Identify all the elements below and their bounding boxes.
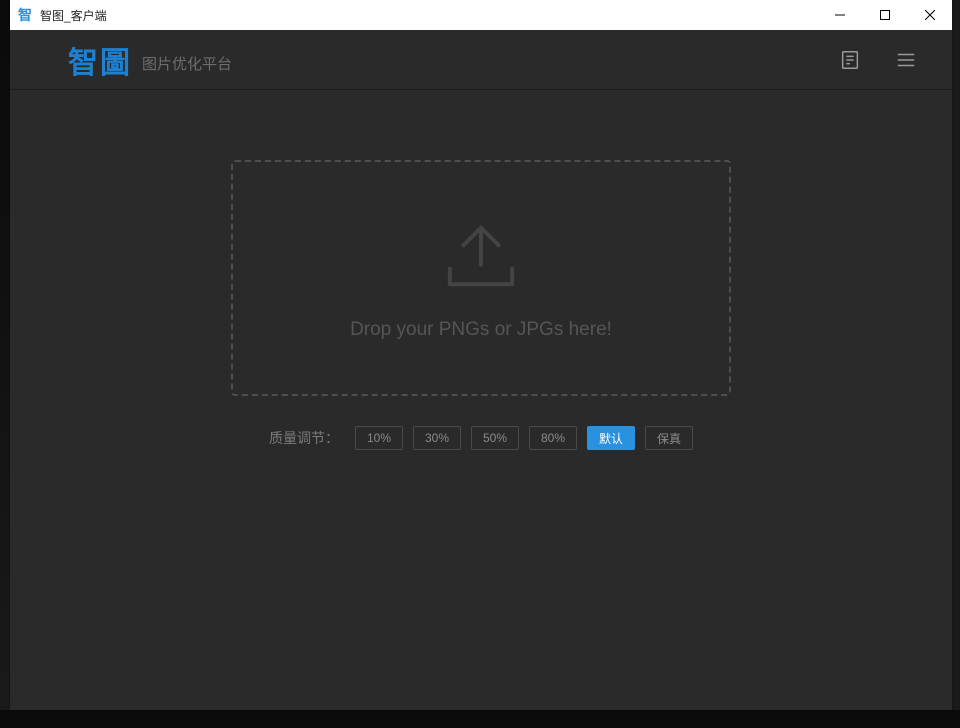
- content-area: Drop your PNGs or JPGs here! 质量调节： 10% 30…: [10, 90, 952, 710]
- app-header: 智圖 图片优化平台: [10, 30, 952, 90]
- dropzone[interactable]: Drop your PNGs or JPGs here!: [231, 160, 731, 396]
- desktop-sliver-left: [0, 0, 10, 728]
- desktop-sliver-right: [952, 0, 960, 728]
- maximize-button[interactable]: [862, 0, 907, 30]
- logo-subtitle: 图片优化平台: [142, 53, 232, 74]
- window-title: 智图_客户端: [40, 7, 107, 24]
- taskbar-sliver: [0, 710, 960, 728]
- quality-option-4[interactable]: 默认: [587, 426, 635, 450]
- quality-option-5[interactable]: 保真: [645, 426, 693, 450]
- menu-icon[interactable]: [884, 38, 928, 82]
- app-icon: 智: [16, 6, 34, 24]
- quality-row: 质量调节： 10% 30% 50% 80% 默认保真: [269, 426, 693, 450]
- quality-label: 质量调节：: [269, 428, 339, 448]
- close-button[interactable]: [907, 0, 952, 30]
- logo-text: 智圖: [68, 38, 132, 82]
- quality-option-1[interactable]: 30%: [413, 426, 461, 450]
- dropzone-text: Drop your PNGs or JPGs here!: [350, 319, 612, 341]
- window-controls: [817, 0, 952, 30]
- quality-option-3[interactable]: 80%: [529, 426, 577, 450]
- app-window: 智 智图_客户端 智圖 图片优化平台: [10, 0, 952, 710]
- app-body: 智圖 图片优化平台: [10, 30, 952, 710]
- notes-icon[interactable]: [828, 38, 872, 82]
- upload-icon: [442, 219, 520, 291]
- quality-option-0[interactable]: 10%: [355, 426, 403, 450]
- minimize-button[interactable]: [817, 0, 862, 30]
- quality-option-2[interactable]: 50%: [471, 426, 519, 450]
- titlebar[interactable]: 智 智图_客户端: [10, 0, 952, 30]
